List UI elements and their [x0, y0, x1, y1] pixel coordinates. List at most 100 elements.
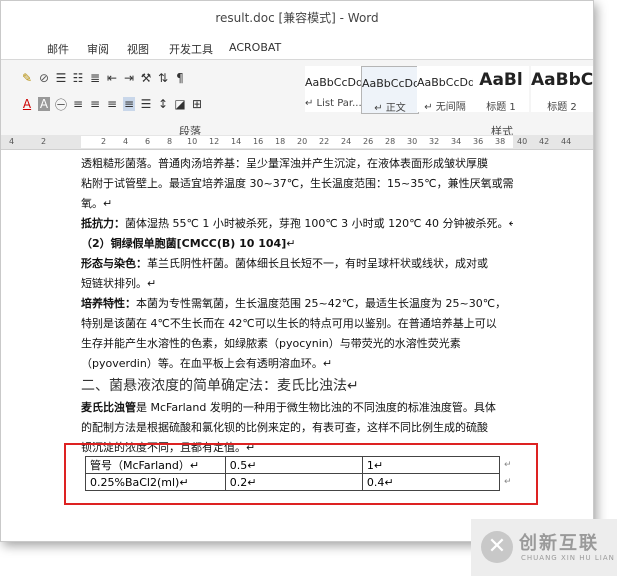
- doc-line: 生存并能产生水溶性的色素，如绿脓素（pyocynin）与带荧光的水溶性荧光素: [81, 334, 513, 354]
- doc-line-text: 特别是该菌在 4℃不生长而在 42℃可以生长的特点可用以鉴别。在普通培养基上可以: [81, 317, 497, 330]
- style-preview: AaBbCcDd: [362, 77, 420, 90]
- doc-line-text: 是 McFarland 发明的一种用于微生物比浊的不同浊度的标准浊度管。具体: [136, 401, 496, 414]
- doc-line-text: 菌体湿热 55℃ 1 小时被杀死，芽孢 100℃ 3 小时或 120℃ 40 分…: [125, 217, 513, 230]
- doc-line-label: 形态与染色：: [81, 257, 147, 270]
- brand-logo-icon: ✕: [481, 531, 513, 563]
- ruler-tick: 4: [9, 137, 15, 146]
- ruler-tick: 38: [495, 137, 506, 146]
- ruler-tick: 30: [407, 137, 418, 146]
- ruler-tick: 42: [539, 137, 550, 146]
- ruler-tick: 26: [363, 137, 374, 146]
- document-body[interactable]: 透粗糙形菌落。普通肉汤培养基：呈少量浑浊并产生沉淀，在液体表面形成皱状厚膜 粘附…: [81, 154, 513, 458]
- doc-line-label: 培养特性：: [81, 297, 136, 310]
- ruler-tick: 18: [275, 137, 286, 146]
- distributed-icon[interactable]: ☰: [140, 97, 152, 111]
- section-heading: 二、菌悬液浓度的简单确定法：麦氏比浊法↵: [81, 378, 359, 394]
- doc-line: 短链状排列。↵: [81, 274, 513, 294]
- watermark: ✕ 创新互联 CHUANG XIN HU LIAN: [471, 519, 617, 576]
- doc-line-text: 革兰氏阴性杆菌。菌体细长且长短不一，有时呈球杆状或线状，成对或: [147, 257, 488, 270]
- ruler-tick: 36: [473, 137, 484, 146]
- doc-line-text: 氧。↵: [81, 197, 113, 210]
- doc-line: 麦氏比浊管是 McFarland 发明的一种用于微生物比浊的不同浊度的标准浊度管…: [81, 398, 513, 418]
- highlight-annotation-box: [64, 443, 538, 505]
- style-preview: AaBbCcDd: [417, 76, 475, 89]
- increase-indent-icon[interactable]: ⇥: [123, 71, 135, 85]
- doc-line: 特别是该菌在 4℃不生长而在 42℃可以生长的特点可用以鉴别。在普通培养基上可以: [81, 314, 513, 334]
- style-preview: AaBbC: [531, 70, 594, 90]
- style-no-spacing[interactable]: AaBbCcDd ↵ 无间隔: [417, 66, 475, 113]
- style-heading-2[interactable]: AaBbC 标题 2: [531, 66, 594, 113]
- style-name: 标题 2: [547, 102, 577, 113]
- bullets-icon[interactable]: ☰: [55, 71, 67, 85]
- ruler-tick: 12: [209, 137, 220, 146]
- justify-icon[interactable]: ≡: [123, 97, 136, 111]
- doc-line: 抵抗力：菌体湿热 55℃ 1 小时被杀死，芽孢 100℃ 3 小时或 120℃ …: [81, 214, 513, 234]
- tab-developer[interactable]: 开发工具: [169, 41, 213, 57]
- clear-format-icon[interactable]: ⊘: [38, 71, 50, 85]
- ribbon-row-1: ✎ ⊘ ☰ ☷ ≣ ⇤ ⇥ ⚒ ⇅ ¶: [21, 68, 186, 88]
- doc-line-text: 短链状排列。↵: [81, 277, 157, 290]
- style-normal[interactable]: AaBbCcDd ↵ 正文: [361, 66, 420, 114]
- tab-acrobat[interactable]: ACROBAT: [229, 41, 281, 54]
- style-preview: AaBl: [479, 70, 523, 90]
- decrease-indent-icon[interactable]: ⇤: [106, 71, 118, 85]
- borders-icon[interactable]: ⊞: [191, 97, 203, 111]
- align-center-icon[interactable]: ≡: [89, 97, 101, 111]
- doc-line: （2）铜绿假单胞菌[CMCC(B) 10 104]↵: [81, 234, 513, 254]
- ruler-tick: 34: [451, 137, 462, 146]
- style-name: ↵ List Par...: [305, 98, 362, 109]
- enclose-char-icon[interactable]: ㊀: [55, 96, 67, 113]
- style-name: 标题 1: [486, 102, 516, 113]
- style-heading-1[interactable]: AaBl 标题 1: [473, 66, 529, 113]
- doc-line-label: （2）铜绿假单胞菌[CMCC(B) 10 104]: [81, 237, 287, 250]
- font-color-icon[interactable]: A: [21, 97, 33, 111]
- ruler-tick: 6: [145, 137, 151, 146]
- ruler-tick: 4: [123, 137, 129, 146]
- multilevel-icon[interactable]: ≣: [89, 71, 101, 85]
- numbering-icon[interactable]: ☷: [72, 71, 84, 85]
- doc-line: 透粗糙形菌落。普通肉汤培养基：呈少量浑浊并产生沉淀，在液体表面形成皱状厚膜: [81, 154, 513, 174]
- document-page[interactable]: 透粗糙形菌落。普通肉汤培养基：呈少量浑浊并产生沉淀，在液体表面形成皱状厚膜 粘附…: [1, 150, 593, 541]
- doc-line-text: 的配制方法是根据硫酸和氯化钡的比例来定的，有表可查，这样不同比例生成的硫酸: [81, 421, 488, 434]
- sort-icon[interactable]: ⇅: [157, 71, 169, 85]
- ruler-tick: 20: [297, 137, 308, 146]
- ruler-tick: 10: [187, 137, 198, 146]
- char-shading-icon[interactable]: A: [38, 97, 50, 111]
- doc-line: 的配制方法是根据硫酸和氯化钡的比例来定的，有表可查，这样不同比例生成的硫酸: [81, 418, 513, 438]
- ruler-tick: 8: [167, 137, 173, 146]
- highlight-icon[interactable]: ✎: [21, 71, 33, 85]
- ruler-tick: 14: [231, 137, 242, 146]
- doc-line: 培养特性：本菌为专性需氧菌，生长温度范围 25~42℃，最适生长温度为 25~3…: [81, 294, 513, 314]
- style-list-paragraph[interactable]: AaBbCcDd ↵ List Par...: [305, 66, 363, 112]
- horizontal-ruler[interactable]: 4 2 2 4 6 8 10 12 14 16 18 20 22 24 26 2…: [1, 135, 593, 150]
- ruler-tick: 28: [385, 137, 396, 146]
- align-left-icon[interactable]: ≡: [72, 97, 84, 111]
- ribbon-row-2: A A ㊀ ≡ ≡ ≡ ≡ ☰ ↕ ◪ ⊞: [21, 94, 203, 114]
- doc-line-label: 麦氏比浊管: [81, 401, 136, 414]
- doc-line: 粘附于试管壁上。最适宜培养温度 30~37℃，生长温度范围：15~35℃，兼性厌…: [81, 174, 513, 194]
- style-name: ↵ 无间隔: [424, 102, 466, 113]
- ribbon-tabs: 邮件 审阅 视图 开发工具 ACROBAT: [1, 39, 593, 59]
- tab-mailings[interactable]: 邮件: [47, 41, 69, 57]
- watermark-title: 创新互联: [519, 533, 599, 554]
- doc-line-text: 透粗糙形菌落。普通肉汤培养基：呈少量浑浊并产生沉淀，在液体表面形成皱状厚膜: [81, 157, 488, 170]
- doc-line-text: 粘附于试管壁上。最适宜培养温度 30~37℃，生长温度范围：15~35℃，兼性厌…: [81, 177, 513, 190]
- ruler-tick: 2: [101, 137, 107, 146]
- shading-icon[interactable]: ◪: [174, 97, 186, 111]
- doc-line-text: 本菌为专性需氧菌，生长温度范围 25~42℃，最适生长温度为 25~30℃，: [136, 297, 507, 310]
- watermark-subtitle: CHUANG XIN HU LIAN: [521, 554, 615, 562]
- style-preview: AaBbCcDd: [305, 76, 363, 89]
- ruler-tick: 44: [561, 137, 572, 146]
- chinese-layout-icon[interactable]: ⚒: [140, 71, 152, 85]
- ruler-tick: 32: [429, 137, 440, 146]
- tab-review[interactable]: 审阅: [87, 41, 109, 57]
- ruler-tick: 40: [517, 137, 528, 146]
- tab-view[interactable]: 视图: [127, 41, 149, 57]
- line-spacing-icon[interactable]: ↕: [157, 97, 169, 111]
- doc-line-label: 抵抗力：: [81, 217, 125, 230]
- ruler-tick: 22: [319, 137, 330, 146]
- doc-line: 氧。↵: [81, 194, 513, 214]
- doc-line-text: （pyoverdin）等。在血平板上会有透明溶血环。↵: [81, 357, 333, 370]
- show-marks-icon[interactable]: ¶: [174, 71, 186, 85]
- align-right-icon[interactable]: ≡: [106, 97, 118, 111]
